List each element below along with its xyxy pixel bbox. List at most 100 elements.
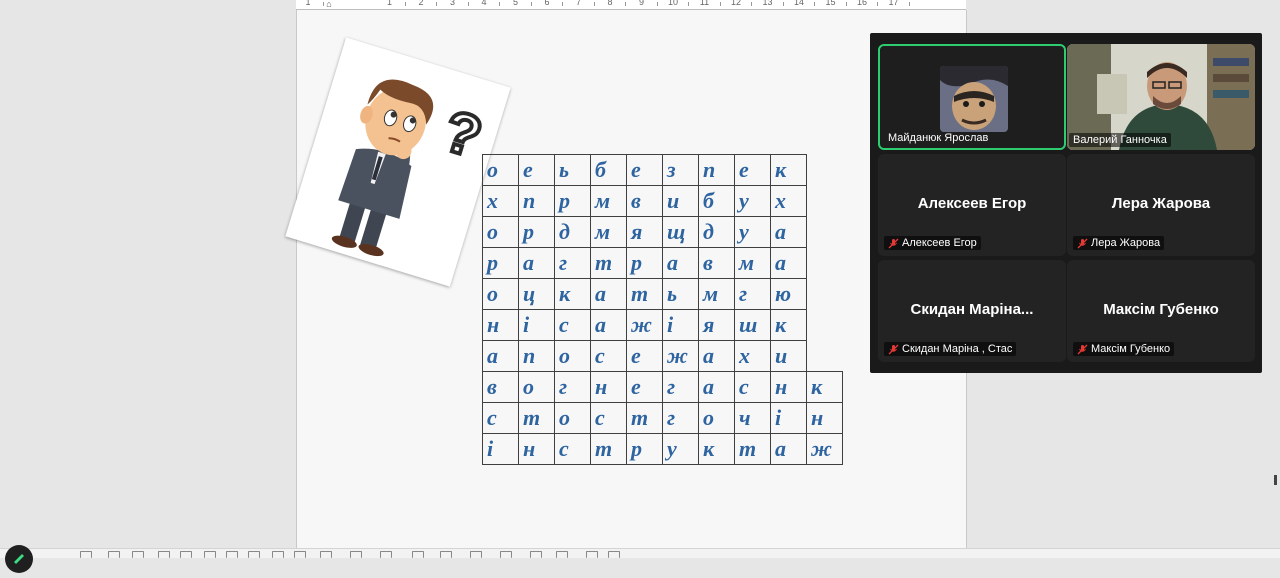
participant-display-name: Максім Губенко bbox=[1103, 301, 1219, 318]
participant-display-name: Алексеев Егор bbox=[917, 195, 1027, 212]
grid-cell: а bbox=[770, 216, 807, 248]
participant-tile-6[interactable]: Максім Губенко Максім Губенко bbox=[1067, 260, 1255, 362]
grid-cell: р bbox=[626, 247, 663, 279]
grid-cell: а bbox=[590, 278, 627, 310]
participant-display-name: Скидан Маріна... bbox=[910, 301, 1034, 318]
ruler-number: 10 bbox=[667, 0, 679, 7]
grid-cell: р bbox=[626, 433, 663, 465]
participant-name-label: Майданюк Ярослав bbox=[884, 131, 992, 145]
participant-tile-4[interactable]: Лера Жарова Лера Жарова bbox=[1067, 154, 1255, 256]
ruler-tick bbox=[782, 2, 784, 6]
grid-cell: а bbox=[518, 247, 555, 279]
grid-cell: н bbox=[482, 309, 519, 341]
grid-cell: м bbox=[590, 185, 627, 217]
grid-cell: в bbox=[626, 185, 663, 217]
grid-cell: к bbox=[770, 154, 807, 186]
ruler-tick bbox=[625, 2, 626, 6]
grid-row: рагтравма bbox=[482, 247, 843, 279]
grid-cell: п bbox=[698, 154, 735, 186]
grid-cell: м bbox=[590, 216, 627, 248]
mic-muted-icon bbox=[888, 238, 899, 249]
grid-cell: ж bbox=[662, 340, 699, 372]
grid-cell: с bbox=[482, 402, 519, 434]
grid-cell: о bbox=[698, 402, 735, 434]
ruler-number: 5 bbox=[512, 0, 519, 7]
grid-cell: і bbox=[518, 309, 555, 341]
horizontal-ruler[interactable]: ⌂ 1 1 2 3 4 5 6 7 8 9 10 11 12 13 14 15 16 17 bbox=[296, 0, 966, 10]
grid-cell: у bbox=[662, 433, 699, 465]
grid-row: ордмящдуа bbox=[482, 216, 843, 248]
ruler-number: 8 bbox=[607, 0, 613, 7]
grid-cell: і bbox=[482, 433, 519, 465]
ruler-number: 3 bbox=[449, 0, 456, 7]
participant-name: Скидан Маріна , Стас bbox=[902, 343, 1013, 355]
ruler-number: 16 bbox=[856, 0, 868, 7]
indent-marker[interactable]: ⌂ bbox=[326, 0, 331, 9]
grid-cell: е bbox=[518, 154, 555, 186]
grid-cell: т bbox=[626, 402, 663, 434]
grid-cell: к bbox=[698, 433, 735, 465]
grid-cell: и bbox=[770, 340, 807, 372]
grid-cell: р bbox=[554, 185, 591, 217]
ruler-tick bbox=[467, 2, 469, 6]
grid-cell: ц bbox=[518, 278, 555, 310]
pen-icon[interactable] bbox=[5, 545, 33, 573]
participant-name-label: Алексеев Егор bbox=[884, 236, 981, 250]
participant-tile-2[interactable]: Валерий Ганночка bbox=[1067, 44, 1255, 150]
avatar bbox=[940, 66, 1008, 132]
participant-tile-1[interactable]: Майданюк Ярослав bbox=[878, 44, 1066, 150]
ruler-number: 9 bbox=[638, 0, 645, 7]
grid-cell: ж bbox=[626, 309, 663, 341]
grid-cell: с bbox=[590, 340, 627, 372]
grid-cell: у bbox=[734, 216, 771, 248]
grid-cell: б bbox=[590, 154, 627, 186]
grid-cell: о bbox=[554, 402, 591, 434]
grid-cell: ш bbox=[734, 309, 771, 341]
grid-cell: а bbox=[590, 309, 627, 341]
grid-cell: о bbox=[482, 278, 519, 310]
ruler-tick bbox=[530, 2, 532, 6]
grid-cell: ч bbox=[734, 402, 771, 434]
ruler-tick bbox=[688, 2, 689, 6]
grid-row: інструктаж bbox=[482, 433, 843, 465]
grid-cell: о bbox=[482, 216, 519, 248]
grid-cell: т bbox=[590, 247, 627, 279]
participant-name-label: Лера Жарова bbox=[1073, 236, 1165, 250]
ruler-tick bbox=[656, 2, 658, 6]
scrollbar-thumb[interactable] bbox=[1274, 475, 1277, 485]
ruler-tick bbox=[323, 2, 324, 6]
mic-muted-icon bbox=[1077, 238, 1088, 249]
ruler-number: 17 bbox=[888, 0, 899, 7]
grid-cell: х bbox=[482, 185, 519, 217]
participant-name: Лера Жарова bbox=[1091, 237, 1161, 249]
grid-cell: м bbox=[734, 247, 771, 279]
grid-cell: а bbox=[770, 433, 807, 465]
participant-display-name: Лера Жарова bbox=[1111, 195, 1211, 212]
grid-cell: б bbox=[698, 185, 735, 217]
participant-name-label: Скидан Маріна , Стас bbox=[884, 342, 1017, 356]
grid-cell: а bbox=[698, 371, 735, 403]
mic-muted-icon bbox=[888, 344, 899, 355]
grid-cell: я bbox=[626, 216, 663, 248]
grid-cell: у bbox=[734, 185, 771, 217]
grid-cell: ь bbox=[554, 154, 591, 186]
ruler-number: 6 bbox=[544, 0, 550, 7]
grid-cell: к bbox=[806, 371, 843, 403]
grid-cell: е bbox=[626, 371, 663, 403]
grid-cell: р bbox=[518, 216, 555, 248]
grid-cell: г bbox=[554, 247, 591, 279]
participant-tile-5[interactable]: Скидан Маріна... Скидан Маріна , Стас bbox=[878, 260, 1066, 362]
ruler-tick bbox=[845, 2, 847, 6]
grid-cell: к bbox=[554, 278, 591, 310]
grid-cell: г bbox=[662, 402, 699, 434]
grid-cell: г bbox=[662, 371, 699, 403]
grid-cell: е bbox=[626, 340, 663, 372]
video-conference-panel[interactable]: Майданюк Ярослав Валерий Ганночка Алексе… bbox=[870, 33, 1262, 373]
ruler-number: 11 bbox=[699, 0, 710, 7]
participant-tile-3[interactable]: Алексеев Егор Алексеев Егор bbox=[878, 154, 1066, 256]
ruler-number: 1 bbox=[386, 0, 393, 7]
ruler-number: 13 bbox=[762, 0, 773, 7]
grid-cell: к bbox=[770, 309, 807, 341]
participant-name-label: Максім Губенко bbox=[1073, 342, 1175, 356]
grid-cell: а bbox=[482, 340, 519, 372]
